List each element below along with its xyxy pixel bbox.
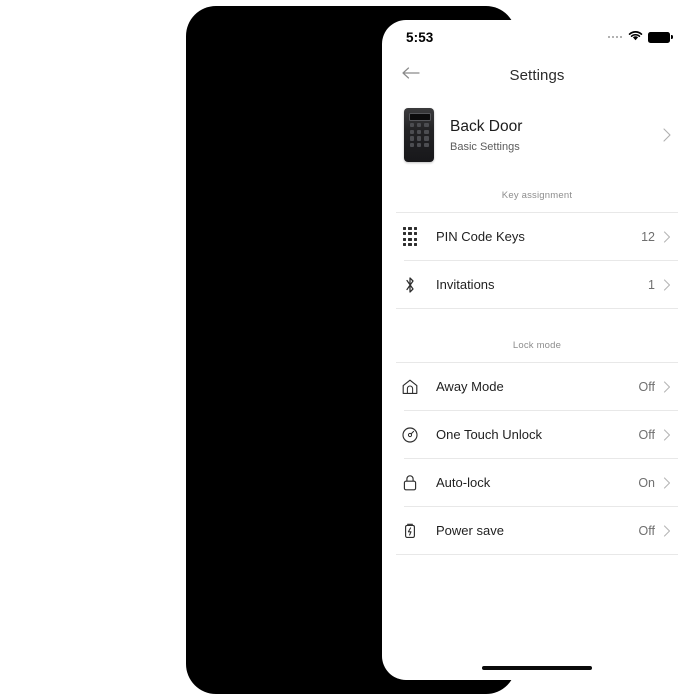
status-bar-time: 5:53 xyxy=(406,29,434,45)
one-touch-dial-icon xyxy=(398,423,422,447)
chevron-right-icon xyxy=(662,428,672,442)
list-item-pin-code-keys[interactable]: PIN Code Keys 12 xyxy=(382,213,692,260)
chevron-right-icon xyxy=(662,128,672,142)
list-item-label: PIN Code Keys xyxy=(436,229,525,244)
device-subtitle: Basic Settings xyxy=(450,140,520,153)
house-icon xyxy=(398,375,422,399)
section-header-key-assignment: Key assignment xyxy=(501,190,573,201)
divider xyxy=(396,554,678,555)
list-item-label: Away Mode xyxy=(436,379,504,394)
list-item-label: Auto-lock xyxy=(436,475,491,490)
home-indicator[interactable] xyxy=(482,666,592,670)
list-item-label: One Touch Unlock xyxy=(436,427,542,442)
battery-bolt-icon xyxy=(398,519,422,543)
list-item-value: Off xyxy=(638,379,655,394)
list-item-power-save[interactable]: Power save Off xyxy=(382,507,692,554)
padlock-icon xyxy=(398,471,422,495)
phone-screen: 5:53 Settings Back Door Basic Settings K… xyxy=(382,20,692,680)
list-item-value: Off xyxy=(638,523,655,538)
device-header-row[interactable]: Back Door Basic Settings xyxy=(382,96,692,176)
chevron-right-icon xyxy=(662,230,672,244)
list-item-value: 1 xyxy=(648,277,655,292)
smart-lock-keypad-icon xyxy=(404,108,434,162)
screenshot-canvas: 5:53 Settings Back Door Basic Settings K… xyxy=(0,0,700,700)
signal-dots-icon xyxy=(607,35,622,39)
list-item-one-touch-unlock[interactable]: One Touch Unlock Off xyxy=(382,411,692,458)
device-name: Back Door xyxy=(450,117,523,135)
navigation-bar: Settings xyxy=(382,54,692,96)
back-button[interactable] xyxy=(396,60,426,90)
section-header-lock-mode: Lock mode xyxy=(512,340,562,351)
chevron-right-icon xyxy=(662,278,672,292)
page-title: Settings xyxy=(509,66,565,84)
list-item-value: 12 xyxy=(641,229,655,244)
chevron-right-icon xyxy=(662,380,672,394)
list-item-value: Off xyxy=(638,427,655,442)
chevron-right-icon xyxy=(662,524,672,538)
list-item-label: Invitations xyxy=(436,277,495,292)
device-meta: Back Door Basic Settings xyxy=(434,118,662,153)
arrow-left-icon xyxy=(401,65,421,86)
list-item-value: On xyxy=(638,475,655,490)
battery-full-icon xyxy=(648,31,673,43)
keypad-dots-icon xyxy=(398,225,422,249)
list-item-auto-lock[interactable]: Auto-lock On xyxy=(382,459,692,506)
list-item-label: Power save xyxy=(436,523,504,538)
status-bar: 5:53 xyxy=(382,20,692,54)
wifi-icon xyxy=(628,28,643,46)
phone-device-frame: 5:53 Settings Back Door Basic Settings K… xyxy=(186,6,692,694)
list-item-invitations[interactable]: Invitations 1 xyxy=(382,261,692,308)
bluetooth-icon xyxy=(398,273,422,297)
chevron-right-icon xyxy=(662,476,672,490)
list-item-away-mode[interactable]: Away Mode Off xyxy=(382,363,692,410)
status-bar-icons xyxy=(607,28,673,46)
